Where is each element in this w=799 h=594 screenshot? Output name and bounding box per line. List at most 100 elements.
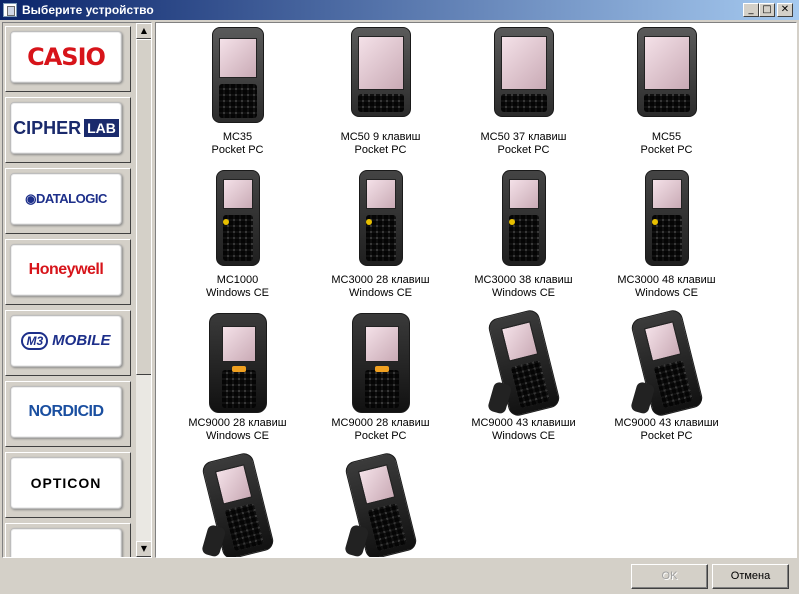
device-label: MC9000 28 клавиш Windows CE	[166, 417, 309, 443]
device-trigger-key	[231, 366, 246, 372]
device-image	[636, 27, 697, 117]
close-button[interactable]: ✕	[777, 3, 793, 17]
device-model: MC9000 43 клавиши	[471, 417, 576, 429]
device-panel: MC35 Pocket PC MC50 9 клавиш Pocket PC MC50 …	[155, 22, 797, 558]
device-screen	[365, 179, 396, 209]
device-trigger-key	[222, 219, 229, 225]
device-body	[636, 27, 697, 117]
brand-logo-text: M3 MOBILE	[21, 332, 111, 350]
brand-scroll-down-button[interactable]: ▼	[136, 541, 151, 557]
device-body	[351, 313, 410, 413]
device-item[interactable]: MC55 Pocket PC	[595, 27, 738, 169]
device-label: MC3000 28 клавиш Windows CE	[309, 274, 452, 300]
brand-scroll-up-button[interactable]: ▲	[136, 23, 151, 39]
device-body	[493, 27, 554, 117]
device-image	[211, 27, 264, 123]
device-item[interactable]	[166, 451, 309, 557]
device-item[interactable]: MC9000 43 клавиши Windows CE	[452, 308, 595, 455]
device-item[interactable]: MC3000 38 клавиш Windows CE	[452, 170, 595, 312]
app-icon	[3, 3, 17, 17]
device-keys	[367, 503, 407, 552]
device-body	[350, 27, 411, 117]
brand-item-casio[interactable]: CASIO	[5, 26, 131, 92]
brand-item-opticon[interactable]: OPTICON	[5, 452, 131, 518]
device-model: MC35	[222, 131, 253, 143]
device-image	[629, 308, 704, 418]
device-grip	[343, 524, 370, 557]
device-body	[200, 451, 275, 557]
device-item[interactable]	[309, 451, 452, 557]
device-os: Windows CE	[206, 287, 269, 299]
device-grip	[200, 524, 227, 557]
device-trigger-key	[374, 366, 389, 372]
device-keys	[357, 94, 404, 112]
device-keys	[510, 360, 550, 409]
brand-logo: M3 MOBILE	[10, 315, 122, 367]
brand-logo-text-part: M3	[21, 332, 49, 350]
device-screen	[643, 321, 681, 362]
device-image	[200, 451, 275, 557]
device-image	[215, 170, 260, 266]
device-item[interactable]: MC9000 28 клавиш Windows CE	[166, 313, 309, 455]
device-os: Pocket PC	[640, 430, 693, 442]
brand-item-cipherlab[interactable]: CIPHER LAB	[5, 97, 131, 163]
brand-logo: ◉DATALOGIC	[10, 173, 122, 225]
device-image	[358, 170, 403, 266]
device-item[interactable]: MC9000 28 клавиш Pocket PC	[309, 313, 452, 455]
brand-item-datalogic[interactable]: ◉DATALOGIC	[5, 168, 131, 234]
device-body	[644, 170, 689, 266]
device-body	[486, 308, 561, 418]
device-screen	[364, 326, 399, 362]
device-label: MC3000 48 клавиш Windows CE	[595, 274, 738, 300]
device-label: MC50 9 клавиш Pocket PC	[309, 131, 452, 157]
brand-scroll-thumb[interactable]	[136, 39, 151, 375]
brand-scrollbar[interactable]: ▲ ▼	[136, 23, 151, 557]
device-trigger-key	[365, 219, 372, 225]
brand-logo-text-part: CIPHER	[13, 117, 82, 138]
title-bar: Выберите устройство _ □ ✕	[0, 0, 799, 20]
device-label: MC50 37 клавиш Pocket PC	[452, 131, 595, 157]
device-label: MC9000 43 клавиши Windows CE	[452, 417, 595, 443]
brand-logo: ΣIPICΣ	[10, 528, 122, 557]
device-screen	[357, 36, 404, 90]
device-os: Windows CE	[492, 287, 555, 299]
device-item[interactable]: MC50 37 клавиш Pocket PC	[452, 27, 595, 169]
brand-logo-text: NORDICID	[28, 403, 104, 421]
device-keys	[500, 94, 547, 112]
device-image	[486, 308, 561, 418]
device-item[interactable]: MC9000 43 клавиши Pocket PC	[595, 308, 738, 455]
device-body	[501, 170, 546, 266]
device-label: MC55 Pocket PC	[595, 131, 738, 157]
brand-item-m3-mobile[interactable]: M3 MOBILE	[5, 310, 131, 376]
device-model: MC9000 28 клавиш	[331, 417, 430, 429]
device-item[interactable]: MC50 9 клавиш Pocket PC	[309, 27, 452, 169]
cancel-button[interactable]: Отмена	[712, 564, 789, 589]
device-image	[493, 27, 554, 117]
brand-logo-text-part: NORDIC	[28, 403, 89, 420]
brand-logo-text: CIPHER LAB	[13, 118, 119, 139]
device-item[interactable]: MC1000 Windows CE	[166, 170, 309, 312]
brand-list: CASIO CIPHER LAB ◉DATALOGIC Honeywell M3 MOBIL…	[5, 26, 133, 557]
brand-item-nordicid[interactable]: NORDICID	[5, 381, 131, 447]
brand-logo-text: OPTICON	[30, 475, 102, 491]
device-keys	[653, 360, 693, 409]
ok-button[interactable]: OK	[631, 564, 708, 589]
brand-logo-text: Honeywell	[28, 261, 104, 278]
brand-item-honeywell[interactable]: Honeywell	[5, 239, 131, 305]
device-item[interactable]: MC3000 28 клавиш Windows CE	[309, 170, 452, 312]
device-item[interactable]: MC3000 48 клавиш Windows CE	[595, 170, 738, 312]
maximize-button[interactable]: □	[759, 3, 775, 17]
minimize-button[interactable]: _	[743, 3, 759, 17]
device-item[interactable]: MC35 Pocket PC	[166, 27, 309, 169]
brand-item-partial[interactable]: ΣIPICΣ	[5, 523, 131, 557]
device-grip	[486, 381, 513, 415]
brand-logo: CIPHER LAB	[10, 102, 122, 154]
device-keys	[221, 370, 256, 408]
device-label: MC3000 38 клавиш Windows CE	[452, 274, 595, 300]
device-image	[208, 313, 267, 413]
device-image	[501, 170, 546, 266]
device-label: MC9000 28 клавиш Pocket PC	[309, 417, 452, 443]
device-os: Windows CE	[206, 430, 269, 442]
device-body	[208, 313, 267, 413]
device-model: MC50 9 клавиш	[340, 131, 421, 143]
